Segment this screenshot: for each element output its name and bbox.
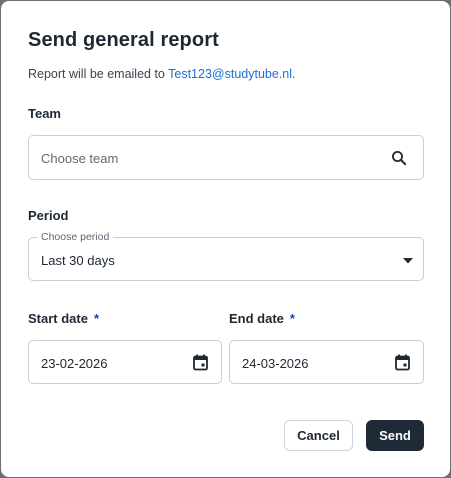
cancel-button[interactable]: Cancel bbox=[284, 420, 353, 451]
start-date-required-marker: * bbox=[93, 311, 100, 326]
caret-down-icon bbox=[403, 258, 413, 264]
start-date-label-text: Start date bbox=[28, 311, 88, 326]
subtitle-suffix: . bbox=[292, 67, 296, 81]
period-select[interactable]: Choose period Last 30 days bbox=[28, 231, 424, 281]
recipient-email: Test123@studytube.nl bbox=[168, 67, 293, 81]
search-icon[interactable] bbox=[391, 150, 407, 166]
period-label: Period bbox=[28, 208, 69, 223]
team-placeholder: Choose team bbox=[41, 151, 119, 166]
end-date-input[interactable]: 24-03-2026 bbox=[229, 340, 424, 384]
calendar-icon[interactable] bbox=[395, 354, 410, 371]
end-date-required-marker: * bbox=[289, 311, 295, 326]
calendar-icon[interactable] bbox=[193, 354, 208, 371]
send-report-dialog: Send general report Report will be email… bbox=[1, 1, 450, 477]
dialog-subtitle: Report will be emailed to Test123@studyt… bbox=[28, 67, 296, 81]
start-date-value: 23-02-2026 bbox=[41, 356, 108, 371]
dialog-title: Send general report bbox=[28, 29, 219, 51]
team-label: Team bbox=[28, 106, 61, 121]
team-search-field[interactable]: Choose team bbox=[28, 135, 424, 180]
end-date-value: 24-03-2026 bbox=[242, 356, 309, 371]
period-floating-label: Choose period bbox=[37, 231, 114, 243]
start-date-input[interactable]: 23-02-2026 bbox=[28, 340, 222, 384]
end-date-label: End date * bbox=[229, 311, 295, 326]
end-date-label-text: End date bbox=[229, 311, 284, 326]
start-date-label: Start date * bbox=[28, 311, 99, 326]
subtitle-text: Report will be emailed to bbox=[28, 67, 169, 81]
send-button[interactable]: Send bbox=[366, 420, 424, 451]
period-selected-value: Last 30 days bbox=[41, 253, 115, 268]
